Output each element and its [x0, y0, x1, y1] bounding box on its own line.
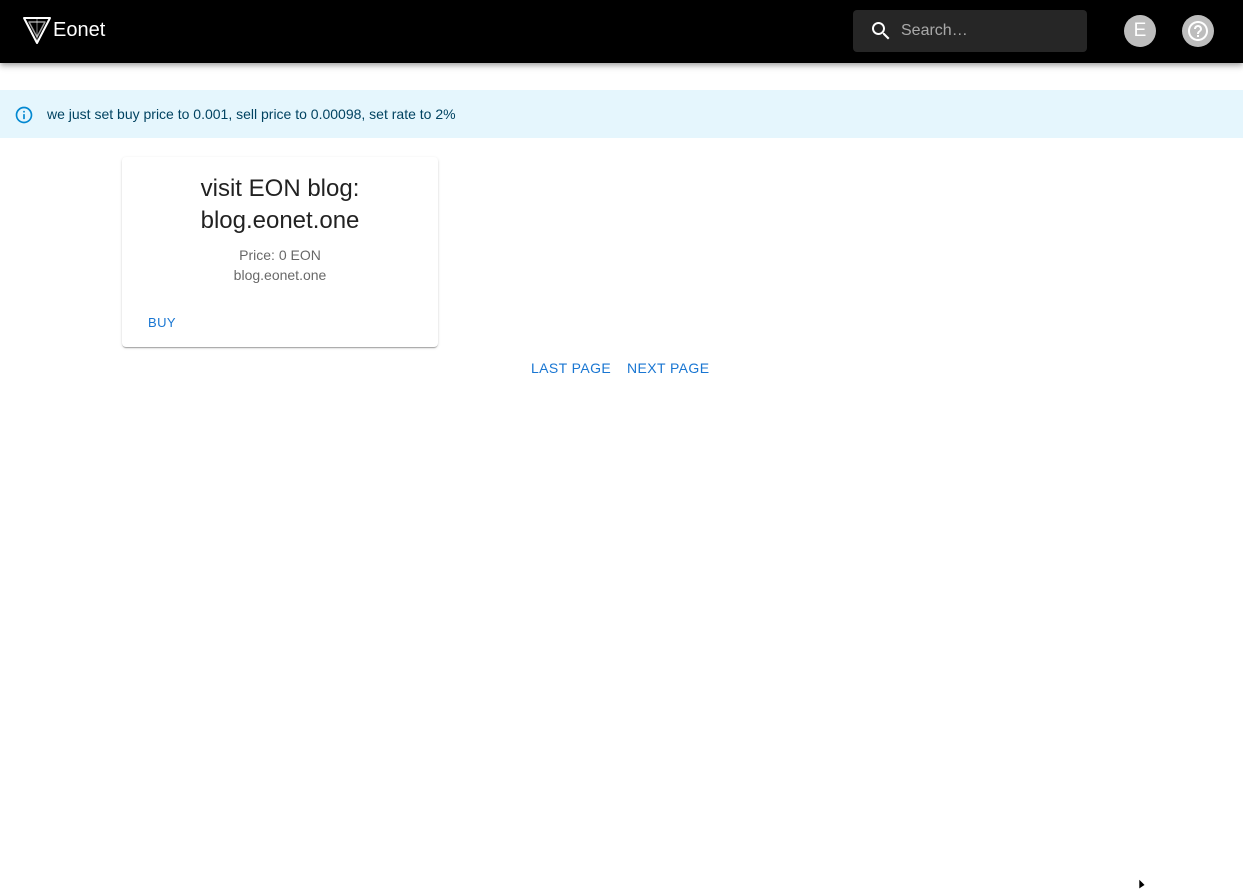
search-icon: [872, 22, 890, 40]
product-title-line-2: blog.eonet.one: [200, 207, 360, 234]
alert-message: we just set buy price to 0.001, sell pri…: [47, 106, 456, 122]
search-box[interactable]: [853, 10, 1087, 52]
brand-home-link[interactable]: Eonet: [22, 15, 105, 46]
user-avatar[interactable]: E: [1124, 15, 1156, 47]
product-title: visit EON blog: blog.eonet.one: [122, 173, 438, 237]
info-outline-icon: [15, 106, 33, 124]
brand-name: Eonet: [53, 19, 106, 41]
mouse-pointer-icon: [1138, 879, 1146, 889]
eonet-logo-icon: [23, 17, 51, 44]
app-bar: Eonet E: [0, 0, 1243, 63]
product-card: visit EON blog: blog.eonet.one Price: 0 …: [122, 157, 438, 347]
product-title-line-1: visit EON blog:: [200, 175, 360, 202]
next-page-button[interactable]: NEXT PAGE: [619, 356, 717, 380]
product-url: blog.eonet.one: [233, 267, 327, 283]
search-input[interactable]: [893, 10, 1083, 52]
product-price: Price: 0 EON: [239, 247, 321, 263]
buy-button[interactable]: BUY: [140, 311, 184, 335]
last-page-button[interactable]: LAST PAGE: [523, 356, 619, 380]
info-alert: we just set buy price to 0.001, sell pri…: [0, 90, 1243, 138]
help-button[interactable]: [1182, 15, 1214, 47]
help-circle-icon: [1188, 21, 1208, 41]
